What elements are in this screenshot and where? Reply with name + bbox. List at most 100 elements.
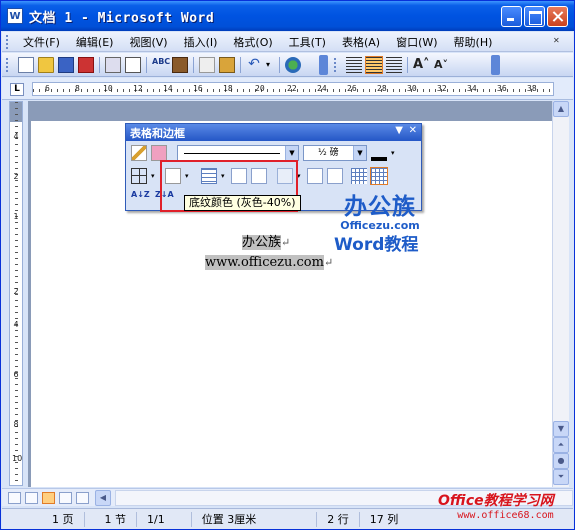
toolbar-close-icon[interactable]: ✕	[409, 125, 417, 136]
paragraph-mark: ↵	[323, 256, 334, 269]
hyperlink-icon[interactable]	[285, 56, 301, 73]
title-bar[interactable]: W 文档 1 - Microsoft Word	[1, 1, 574, 31]
scroll-down-button[interactable]: ▼	[553, 421, 569, 437]
toolbar-grip[interactable]	[6, 57, 10, 72]
ruler-label: 4	[13, 132, 19, 141]
next-page-button[interactable]: ⏷	[553, 469, 569, 485]
status-column: 17 列	[369, 512, 399, 526]
outline-view-button[interactable]	[59, 491, 72, 504]
minimize-button[interactable]	[501, 6, 522, 27]
cell-alignment-icon[interactable]	[277, 167, 293, 184]
menu-file[interactable]: 文件(F)	[16, 34, 69, 50]
browse-object-button[interactable]: ●	[553, 453, 569, 469]
menu-format[interactable]: 格式(O)	[226, 34, 281, 50]
distribute-columns-icon[interactable]	[327, 167, 343, 184]
menu-insert[interactable]: 插入(I)	[177, 34, 227, 50]
line-style-select[interactable]: ▼	[177, 144, 299, 161]
menu-bar: 文件(F) 编辑(E) 视图(V) 插入(I) 格式(O) 工具(T) 表格(A…	[2, 32, 573, 52]
split-cells-icon[interactable]	[251, 167, 267, 184]
normal-view-button[interactable]	[8, 491, 21, 504]
permission-icon[interactable]	[78, 56, 94, 73]
insert-table-icon[interactable]	[201, 167, 217, 184]
new-document-icon[interactable]	[18, 56, 34, 73]
toolbar-grip[interactable]	[334, 57, 338, 72]
scroll-up-button[interactable]: ▲	[553, 101, 569, 117]
watermark-word-tutorial: Word教程	[334, 235, 419, 255]
alignment-dropdown-icon[interactable]: ▾	[297, 168, 303, 184]
ruler-label: 16	[193, 84, 203, 93]
research-icon[interactable]	[172, 56, 188, 73]
border-color-dropdown-icon[interactable]: ▾	[391, 145, 397, 161]
cut-icon[interactable]	[199, 56, 215, 73]
shaded-text[interactable]: www.officezu.com	[205, 255, 324, 270]
toolbar-title-bar[interactable]: 表格和边框 ▼ ✕	[126, 124, 421, 141]
web-layout-view-button[interactable]	[25, 491, 38, 504]
word-app-icon[interactable]: W	[7, 8, 23, 24]
undo-dropdown-icon[interactable]: ▾	[266, 57, 274, 73]
toolbar-grip[interactable]	[6, 34, 10, 49]
autoformat-icon[interactable]	[351, 167, 367, 184]
menu-help[interactable]: 帮助(H)	[447, 34, 502, 50]
close-document-icon[interactable]: ✕	[553, 36, 563, 48]
reading-layout-view-button[interactable]	[76, 491, 89, 504]
shrink-font-icon[interactable]: A˅	[433, 57, 449, 73]
undo-icon[interactable]: ↶	[246, 57, 262, 73]
toolbar-options-chevron-icon[interactable]	[319, 54, 328, 75]
insert-table-dropdown-icon[interactable]: ▾	[221, 168, 227, 184]
align-justify-icon[interactable]	[386, 56, 402, 73]
ruler-label: 38	[527, 84, 537, 93]
previous-page-button[interactable]: ⏶	[553, 437, 569, 453]
print-layout-view-button[interactable]	[42, 491, 55, 504]
open-folder-icon[interactable]	[38, 56, 54, 73]
ruler-label: 6	[13, 370, 19, 379]
toolbar-separator	[279, 56, 280, 73]
spelling-check-icon[interactable]: ABC	[152, 57, 170, 73]
align-center-icon[interactable]	[365, 55, 383, 74]
eraser-icon[interactable]	[151, 144, 167, 161]
grow-font-icon[interactable]: A˄	[413, 57, 430, 73]
border-dropdown-icon[interactable]: ▾	[151, 168, 157, 184]
vertical-ruler[interactable]: 4 2 1 2 4 6 8 10	[9, 101, 23, 486]
distribute-rows-icon[interactable]	[307, 167, 323, 184]
status-line: 2 行	[317, 511, 360, 527]
tab-selector-icon[interactable]: L	[10, 83, 24, 96]
menu-tools[interactable]: 工具(T)	[282, 34, 335, 50]
draw-table-icon[interactable]	[131, 144, 147, 161]
ruler-label: 4	[13, 320, 19, 329]
horizontal-ruler[interactable]: 6 8 10 12 14 16 18 20 22 24 26 28 30 32 …	[32, 82, 554, 96]
ruler-label: 10	[103, 84, 113, 93]
outside-border-icon[interactable]	[131, 167, 147, 184]
menu-table[interactable]: 表格(A)	[335, 34, 389, 50]
print-icon[interactable]	[105, 56, 121, 73]
shading-dropdown-icon[interactable]: ▾	[185, 168, 191, 184]
paste-icon[interactable]	[219, 56, 235, 73]
toolbar-separator	[146, 56, 147, 73]
save-icon[interactable]	[58, 56, 74, 73]
text-line-2[interactable]: www.officezu.com↵	[205, 255, 333, 270]
toolbar-separator	[240, 56, 241, 73]
close-button[interactable]	[547, 6, 568, 27]
toolbar-options-icon[interactable]: ▼	[395, 125, 403, 136]
merge-cells-icon[interactable]	[231, 167, 247, 184]
line-weight-select[interactable]: ½ 磅 ▼	[303, 144, 367, 161]
shading-color-icon[interactable]	[165, 167, 181, 184]
menu-edit[interactable]: 编辑(E)	[69, 34, 123, 50]
ruler-label: 20	[255, 84, 265, 93]
shaded-text[interactable]: 办公族	[242, 235, 282, 250]
toolbar-options-chevron-icon[interactable]	[491, 54, 500, 75]
maximize-button[interactable]	[524, 6, 545, 27]
vertical-scrollbar[interactable]: ▲ ▼ ⏶ ● ⏷	[552, 101, 569, 487]
ruler-label: 32	[437, 84, 447, 93]
menu-window[interactable]: 窗口(W)	[389, 34, 446, 50]
watermark-bottom: Office教程学习网 www.office68.com	[438, 490, 554, 521]
text-line-1[interactable]: 办公族↵	[242, 231, 290, 250]
menu-view[interactable]: 视图(V)	[122, 34, 176, 50]
border-color-icon[interactable]	[371, 144, 387, 161]
show-gridlines-icon[interactable]	[370, 166, 388, 185]
sort-ascending-icon[interactable]: A↓Z	[131, 190, 150, 207]
align-left-icon[interactable]	[346, 56, 362, 73]
scroll-left-button[interactable]: ◀	[95, 489, 111, 506]
window-controls	[501, 6, 568, 27]
print-preview-icon[interactable]	[125, 56, 141, 73]
sort-descending-icon[interactable]: Z↓A	[155, 190, 174, 207]
